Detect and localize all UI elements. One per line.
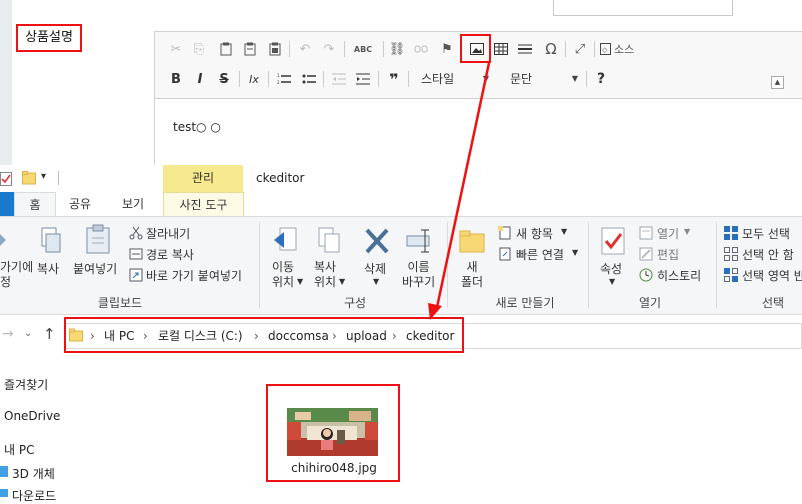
annotation-arrow bbox=[428, 62, 491, 320]
